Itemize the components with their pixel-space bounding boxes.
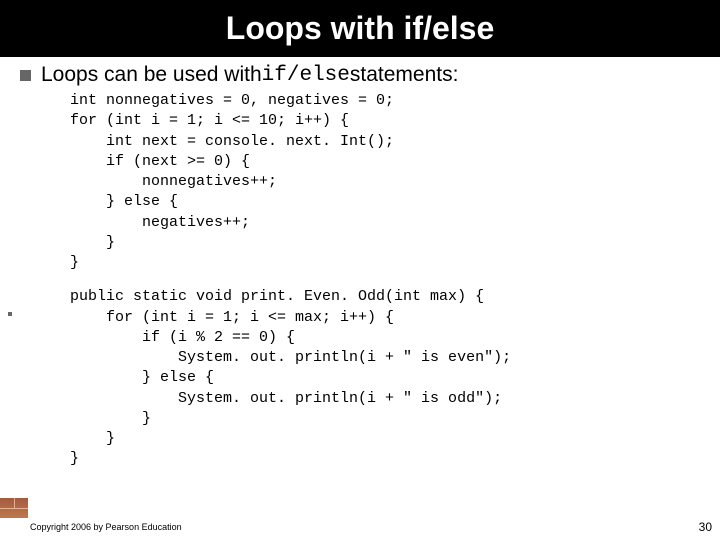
code-block-1: int nonnegatives = 0, negatives = 0; for… xyxy=(70,91,700,273)
page-number: 30 xyxy=(699,520,712,534)
bullet-line: Loops can be used with if/else statement… xyxy=(20,63,700,87)
slide-content: Loops can be used with if/else statement… xyxy=(0,57,720,470)
code-block-2: public static void print. Even. Odd(int … xyxy=(70,287,700,469)
copyright-footer: Copyright 2006 by Pearson Education xyxy=(30,522,182,532)
bullet-text-pre: Loops can be used with xyxy=(41,63,262,87)
bullet-text-post: statements: xyxy=(350,63,459,87)
brick-decoration xyxy=(0,498,28,518)
square-bullet-icon xyxy=(20,70,31,81)
bullet-text-code: if/else xyxy=(262,64,350,87)
slide-title: Loops with if/else xyxy=(0,0,720,57)
small-bullet-icon xyxy=(8,312,12,316)
